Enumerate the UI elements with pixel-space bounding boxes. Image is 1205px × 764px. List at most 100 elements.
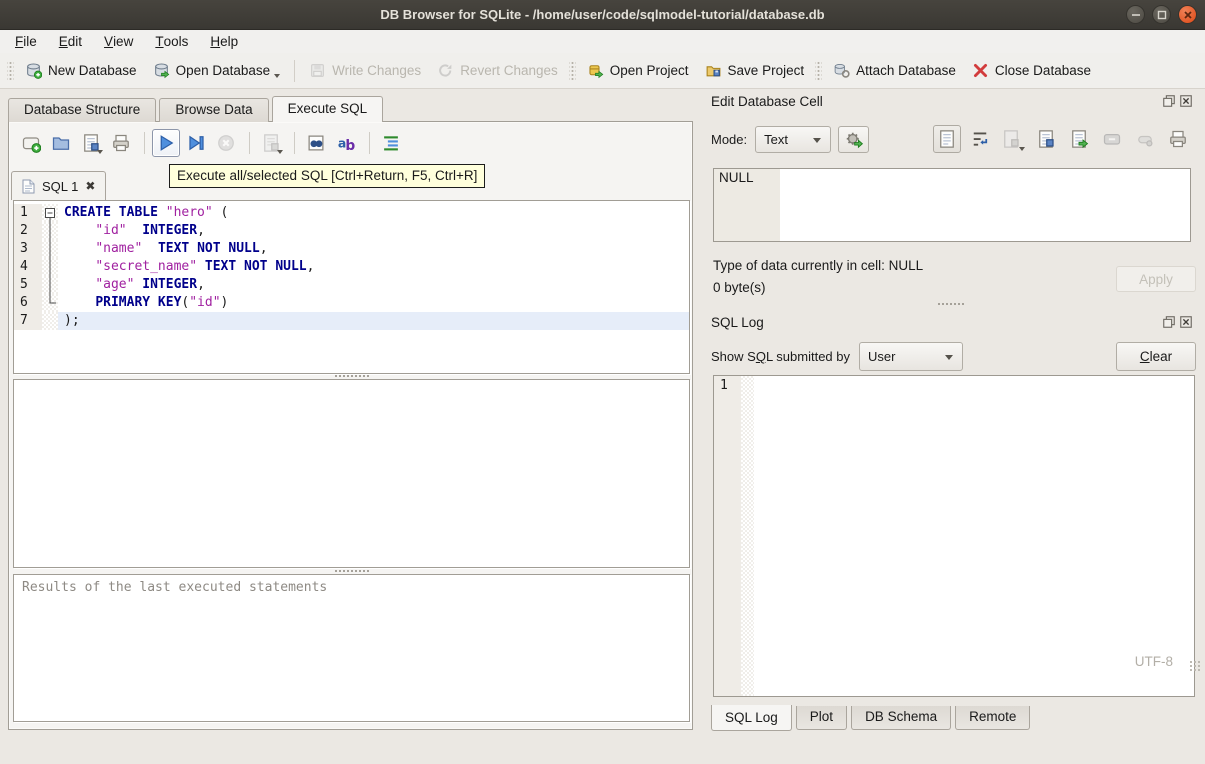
word-wrap-button[interactable] xyxy=(966,125,994,153)
save-sql-file-button[interactable] xyxy=(77,129,105,157)
word-wrap-icon xyxy=(973,132,988,146)
execute-sql-panel: ab Execute all/selected SQL [Ctrl+Return… xyxy=(8,121,693,730)
menu-item-edit[interactable]: Edit xyxy=(48,30,93,53)
execute-current-line-icon xyxy=(189,135,204,151)
tab-browse-data[interactable]: Browse Data xyxy=(159,98,269,122)
toolbar-separator xyxy=(369,132,370,154)
menu-item-help[interactable]: Help xyxy=(199,30,249,53)
format-sql-button[interactable] xyxy=(377,129,405,157)
execute-current-line-button[interactable] xyxy=(182,129,210,157)
new-tab-icon xyxy=(22,137,41,153)
sql-log-title: SQL Log xyxy=(711,315,764,330)
cell-type-info: Type of data currently in cell: NULL xyxy=(713,258,924,273)
stop-icon xyxy=(218,135,234,151)
cell-edit-area[interactable] xyxy=(780,169,1190,241)
dock-tab-db-schema[interactable]: DB Schema xyxy=(851,706,952,730)
cell-value-editor[interactable]: NULL xyxy=(713,168,1191,242)
menu-item-file[interactable]: File xyxy=(4,30,48,53)
line-number: 1 xyxy=(14,204,42,222)
log-filter-select[interactable]: User xyxy=(859,342,963,371)
mode-label: Mode: xyxy=(711,132,748,147)
save-results-button xyxy=(257,129,285,157)
log-filter-label: Show SQL submitted by xyxy=(711,349,850,364)
tab-database-structure[interactable]: Database Structure xyxy=(8,98,157,122)
execute-all-button[interactable] xyxy=(152,129,180,157)
edit-cell-title: Edit Database Cell xyxy=(711,94,823,109)
resize-grip-icon[interactable] xyxy=(1189,660,1201,672)
mode-select[interactable]: Text xyxy=(755,126,832,153)
editor-line[interactable]: 5 "age" INTEGER, xyxy=(14,276,689,294)
window-title: DB Browser for SQLite - /home/user/code/… xyxy=(380,7,825,22)
sql-document-tab[interactable]: SQL 1 ✖ xyxy=(11,171,107,200)
svg-text:b: b xyxy=(345,138,355,153)
maximize-button[interactable] xyxy=(1152,5,1171,24)
toolbar-separator xyxy=(294,59,296,82)
sql-file-icon xyxy=(22,179,35,194)
close-dock-icon[interactable] xyxy=(1179,315,1193,329)
close-button[interactable] xyxy=(1178,5,1197,24)
attach-database-button[interactable]: Attach Database xyxy=(825,58,964,83)
clear-log-button[interactable]: Clear xyxy=(1116,342,1196,371)
sql-tab-label: SQL 1 xyxy=(42,178,79,194)
dropdown-caret-icon[interactable] xyxy=(274,74,281,78)
dropdown-caret-icon xyxy=(277,150,283,154)
apply-external-button[interactable] xyxy=(838,126,870,153)
close-tab-icon[interactable]: ✖ xyxy=(85,179,95,193)
sql-log-view: 1 xyxy=(713,375,1195,697)
replace-icon: ab xyxy=(338,135,356,153)
open-sql-file-icon xyxy=(52,137,70,150)
tab-execute-sql[interactable]: Execute SQL xyxy=(271,96,384,122)
titlebar: DB Browser for SQLite - /home/user/code/… xyxy=(0,0,1205,30)
editor-line[interactable]: 7); xyxy=(14,312,689,330)
float-dock-icon[interactable] xyxy=(1162,315,1176,329)
open-project-button[interactable]: Open Project xyxy=(579,58,697,83)
splitter-grid-results[interactable] xyxy=(13,568,690,573)
editor-line[interactable]: 1 CREATE TABLE "hero" ( xyxy=(14,204,689,222)
editor-line[interactable]: 2 "id" INTEGER, xyxy=(14,222,689,240)
main-toolbar: New Database Open Database Write Changes Re… xyxy=(0,53,1205,89)
open-database-icon xyxy=(154,63,169,79)
new-database-icon xyxy=(27,63,42,79)
attach-database-icon xyxy=(834,64,850,78)
print-cell-button[interactable] xyxy=(1164,125,1192,153)
editor-line[interactable]: 6 PRIMARY KEY("id") xyxy=(14,294,689,312)
find-button[interactable] xyxy=(302,129,330,157)
text-mode-button[interactable] xyxy=(933,125,961,153)
dock-tab-sql-log[interactable]: SQL Log xyxy=(711,705,792,731)
print-button[interactable] xyxy=(107,129,135,157)
open-database-button[interactable]: Open Database xyxy=(145,58,289,83)
close-dock-icon[interactable] xyxy=(1179,94,1193,108)
cell-editor-toolbar xyxy=(933,125,1197,153)
import-file-button[interactable] xyxy=(1032,125,1060,153)
dock-tab-remote[interactable]: Remote xyxy=(955,706,1031,730)
minimize-button[interactable] xyxy=(1126,5,1145,24)
format-sql-icon xyxy=(384,136,398,151)
open-sql-file-button[interactable] xyxy=(47,129,75,157)
close-database-button[interactable]: Close Database xyxy=(964,58,1099,83)
fold-margin-tree[interactable] xyxy=(42,204,58,330)
menu-item-view[interactable]: View xyxy=(93,30,144,53)
toolbar-separator xyxy=(815,59,823,82)
menu-item-tools[interactable]: Tools xyxy=(144,30,199,53)
sql-editor[interactable]: 1 CREATE TABLE "hero" (2 "id" INTEGER, 3 "… xyxy=(13,200,690,374)
execute-all-icon xyxy=(160,135,174,151)
editor-line[interactable]: 4 "secret_name" TEXT NOT NULL, xyxy=(14,258,689,276)
replace-button[interactable]: ab xyxy=(332,129,360,157)
find-icon xyxy=(308,135,324,151)
editor-line[interactable]: 3 "name" TEXT NOT NULL, xyxy=(14,240,689,258)
apply-button[interactable]: Apply xyxy=(1116,266,1196,292)
splitter-editor-grid[interactable] xyxy=(13,373,690,378)
toolbar-separator xyxy=(568,59,576,82)
new-tab-button[interactable] xyxy=(17,129,45,157)
save-project-button[interactable]: Save Project xyxy=(697,58,813,83)
new-database-button[interactable]: New Database xyxy=(17,58,145,83)
set-null-button xyxy=(1131,125,1159,153)
revert-changes-button: Revert Changes xyxy=(429,58,566,83)
float-dock-icon[interactable] xyxy=(1162,94,1176,108)
line-number: 5 xyxy=(14,276,42,294)
log-fold-margin xyxy=(741,376,754,696)
export-file-button[interactable] xyxy=(1065,125,1093,153)
export-file-icon xyxy=(1072,130,1089,149)
dock-splitter[interactable] xyxy=(705,300,1197,307)
dock-tab-plot[interactable]: Plot xyxy=(795,706,848,730)
